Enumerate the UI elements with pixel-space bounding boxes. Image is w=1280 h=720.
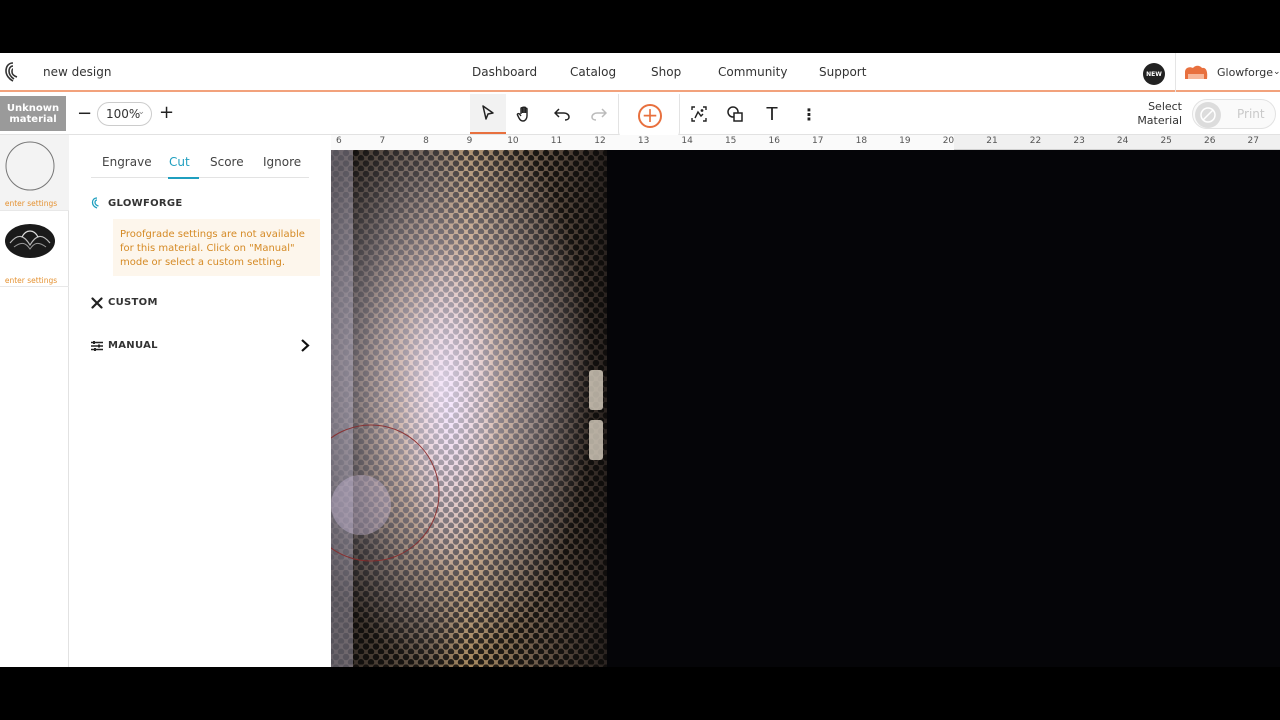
manual-section-title[interactable]: MANUAL	[108, 340, 158, 351]
ruler-tick-label: 23	[1073, 136, 1085, 146]
tools-cross-icon	[91, 297, 103, 309]
ruler-tick-label: 15	[724, 136, 737, 146]
ruler-tick-label: 16	[768, 136, 780, 146]
user-avatar-icon	[1185, 65, 1208, 79]
ruler-tick-label: 22	[1029, 136, 1042, 146]
more-icon: ⋮	[801, 104, 817, 124]
lotus-artwork-icon	[5, 224, 55, 258]
glowforge-icon	[91, 197, 99, 209]
ruler-tick-label: 19	[899, 136, 911, 146]
pan-tool-button[interactable]	[514, 103, 536, 125]
custom-section-title[interactable]: CUSTOM	[108, 297, 158, 308]
ruler-tick-label: 25	[1160, 136, 1172, 146]
ruler-tick-label: 13	[637, 136, 650, 146]
zoom-value: 100%	[106, 107, 141, 121]
tab-engrave[interactable]: Engrave	[102, 155, 152, 169]
ruler-tick-label: 10	[507, 136, 519, 146]
user-menu[interactable]: Glowforge ⌄	[1175, 53, 1280, 92]
ruler-tick-label: 12	[594, 136, 606, 146]
ruler-tick-label: 14	[681, 136, 693, 146]
ruler-tick-label: 26	[1204, 136, 1216, 146]
material-button[interactable]: Unknown material	[0, 96, 66, 131]
print-status-icon	[1195, 102, 1221, 128]
trace-icon	[691, 106, 707, 122]
undo-icon	[554, 108, 570, 121]
tab-cut[interactable]: Cut	[169, 155, 190, 169]
chevron-down-icon: ⌄	[137, 107, 145, 117]
thumbnail-circle[interactable]: enter settings	[0, 135, 69, 211]
add-icon: +	[638, 104, 662, 128]
design-thumbnails: enter settings enter settings	[0, 135, 69, 667]
chevron-right-icon[interactable]	[300, 339, 310, 352]
redo-button[interactable]	[588, 103, 610, 125]
tab-ignore[interactable]: Ignore	[263, 155, 301, 169]
settings-panel: Engrave Cut Score Ignore GLOWFORGE Proof…	[70, 135, 331, 667]
bed-camera-image	[331, 150, 607, 667]
text-tool-button[interactable]: T	[761, 103, 783, 125]
ruler-tick-label: 17	[812, 136, 824, 146]
add-artwork-button[interactable]: +	[618, 94, 680, 138]
design-title[interactable]: new design	[43, 65, 111, 79]
trace-button[interactable]	[688, 103, 710, 125]
select-tool-button[interactable]	[470, 94, 506, 134]
horizontal-ruler: 6 7 8 9 10 11 12 13 14 15 16 17 18 19 20 21 22 23 24 25 26 27	[331, 135, 1280, 150]
ruler-tick-label: 20	[942, 136, 955, 146]
nav-catalog[interactable]: Catalog	[570, 65, 616, 79]
hand-pan-icon	[516, 106, 528, 122]
more-options-button[interactable]: ⋮	[798, 103, 820, 125]
thumbnail-engraving[interactable]: enter settings	[0, 211, 69, 287]
top-nav: new design Dashboard Catalog Shop Commun…	[0, 53, 1280, 92]
ruler-tick-label: 8	[423, 136, 429, 146]
select-material-label: Select Material	[1137, 100, 1182, 127]
glowforge-logo-icon[interactable]	[4, 62, 22, 82]
sliders-icon	[91, 341, 103, 351]
proofgrade-notice: Proofgrade settings are not available fo…	[113, 219, 320, 276]
tab-score[interactable]: Score	[210, 155, 244, 169]
text-icon: T	[766, 103, 778, 125]
circle-artwork-icon	[5, 141, 55, 191]
toolbar: Unknown material − 100% ⌄ + + T ⋮ Select…	[0, 94, 1280, 138]
nav-dashboard[interactable]: Dashboard	[472, 65, 537, 79]
ruler-tick-label: 6	[336, 136, 342, 146]
ruler-tick-label: 9	[466, 136, 473, 146]
shapes-button[interactable]	[724, 103, 746, 125]
nav-community[interactable]: Community	[718, 65, 787, 79]
ruler-tick-label: 27	[1247, 136, 1259, 146]
honeycomb-tray	[331, 150, 607, 667]
enter-settings-label[interactable]: enter settings	[0, 199, 62, 208]
new-badge-label: NEW	[1146, 70, 1162, 78]
ruler-tick-label: 11	[550, 136, 563, 146]
ruler-tick-label: 7	[379, 136, 386, 146]
shapes-icon	[727, 106, 743, 122]
zoom-select[interactable]: 100% ⌄	[97, 102, 152, 126]
zoom-in-button[interactable]: +	[159, 102, 174, 123]
print-label: Print	[1237, 107, 1265, 121]
nav-support[interactable]: Support	[819, 65, 866, 79]
enter-settings-label[interactable]: enter settings	[0, 276, 62, 285]
select-arrow-icon	[482, 105, 494, 120]
ruler-tick-label: 24	[1116, 136, 1129, 146]
operation-tabs: Engrave Cut Score Ignore	[91, 155, 309, 179]
ruler-tick-label: 18	[855, 136, 868, 146]
redo-icon	[591, 108, 607, 121]
user-name: Glowforge	[1217, 66, 1273, 79]
nav-shop[interactable]: Shop	[651, 65, 681, 79]
ruler-tick-label: 21	[986, 136, 998, 146]
glowforge-section-title[interactable]: GLOWFORGE	[108, 198, 183, 209]
active-tab-indicator	[168, 177, 199, 179]
print-button[interactable]: Print	[1192, 99, 1276, 129]
design-canvas[interactable]	[331, 150, 1280, 667]
chevron-down-icon: ⌄	[1273, 67, 1280, 77]
new-badge-icon[interactable]: NEW	[1143, 63, 1165, 85]
zoom-out-button[interactable]: −	[77, 103, 92, 124]
undo-button[interactable]	[551, 103, 573, 125]
app-frame: new design Dashboard Catalog Shop Commun…	[0, 53, 1280, 667]
